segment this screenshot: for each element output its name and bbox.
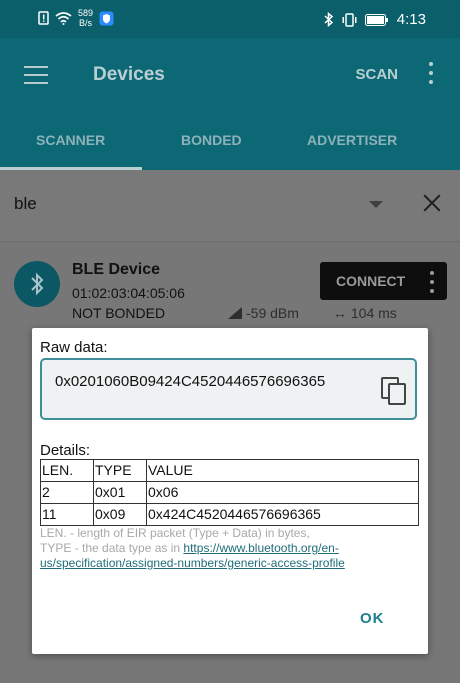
device-more-icon[interactable] — [430, 271, 434, 293]
app-bar: Devices SCAN — [0, 38, 460, 110]
status-bar: 589 B/s 4:13 — [0, 0, 460, 38]
details-label: Details: — [40, 442, 91, 459]
device-address: 01:02:03:04:05:06 — [72, 285, 185, 301]
table-header-row: LEN. TYPE VALUE — [40, 459, 419, 482]
tab-advertiser[interactable]: ADVERTISER — [307, 132, 397, 148]
ok-button[interactable]: OK — [360, 610, 385, 627]
dropdown-arrow-icon[interactable] — [369, 201, 383, 208]
raw-data-value: 0x0201060B09424C4520446576696365 — [55, 373, 326, 390]
filter-input[interactable]: ble — [14, 194, 37, 214]
bluetooth-device-icon — [14, 261, 60, 307]
close-icon[interactable] — [421, 192, 443, 214]
device-name: BLE Device — [72, 261, 161, 278]
table-cell: 0x06 — [146, 481, 419, 504]
table-cell: 2 — [40, 481, 94, 504]
clock: 4:13 — [396, 11, 426, 28]
wifi-icon — [55, 11, 72, 25]
table-cell: 11 — [40, 503, 94, 526]
speed-value: 589 — [78, 8, 94, 18]
table-row: 11 0x09 0x424C4520446576696365 — [40, 503, 419, 526]
copy-icon[interactable] — [380, 376, 408, 406]
column-header: TYPE — [93, 459, 147, 482]
raw-data-field[interactable]: 0x0201060B09424C4520446576696365 — [40, 358, 417, 420]
table-cell: 0x09 — [93, 503, 147, 526]
alert-icon — [38, 11, 49, 25]
tab-bonded[interactable]: BONDED — [181, 132, 242, 148]
device-list-item[interactable]: BLE Device 01:02:03:04:05:06 NOT BONDED … — [0, 242, 460, 332]
tab-scanner[interactable]: SCANNER — [36, 132, 105, 148]
bond-state: NOT BONDED — [72, 305, 166, 321]
menu-icon[interactable] — [24, 66, 48, 84]
table-cell: 0x424C4520446576696365 — [146, 503, 419, 526]
note-line-2: TYPE - the data type as in https://www.b… — [40, 541, 425, 571]
battery-icon — [364, 13, 388, 26]
more-options-icon[interactable] — [429, 62, 433, 84]
interval-icon: ↔ — [333, 305, 347, 321]
rssi: -59 dBm — [228, 305, 299, 321]
adv-interval: ↔ 104 ms — [333, 305, 397, 321]
network-speed: 589 B/s — [78, 8, 93, 28]
connect-button[interactable]: CONNECT — [320, 262, 447, 300]
page-title: Devices — [93, 64, 165, 85]
raw-data-dialog: Raw data: 0x0201060B09424C45204465766963… — [32, 328, 428, 654]
details-table: LEN. TYPE VALUE 2 0x01 0x06 11 0x09 0x42… — [40, 459, 419, 526]
tab-bar: SCANNER BONDED ADVERTISER — [0, 110, 460, 170]
speed-unit: B/s — [79, 18, 93, 28]
raw-data-label: Raw data: — [40, 339, 108, 356]
bluetooth-icon — [324, 12, 333, 27]
details-note: LEN. - length of EIR packet (Type + Data… — [40, 526, 425, 571]
column-header: LEN. — [40, 459, 94, 482]
vibrate-icon — [342, 12, 357, 27]
interval-value: 104 ms — [350, 305, 397, 321]
connect-button-label: CONNECT — [336, 273, 406, 289]
table-cell: 0x01 — [93, 481, 147, 504]
rssi-value: -59 dBm — [246, 305, 299, 321]
note-line-1: LEN. - length of EIR packet (Type + Data… — [40, 526, 310, 540]
column-header: VALUE — [146, 459, 419, 482]
scan-button[interactable]: SCAN — [355, 66, 398, 83]
table-row: 2 0x01 0x06 — [40, 481, 419, 504]
signal-icon — [228, 307, 242, 319]
note-line-2-prefix: TYPE - the data type as in — [40, 541, 184, 555]
filter-bar: ble — [0, 170, 460, 242]
shield-icon — [99, 11, 114, 25]
